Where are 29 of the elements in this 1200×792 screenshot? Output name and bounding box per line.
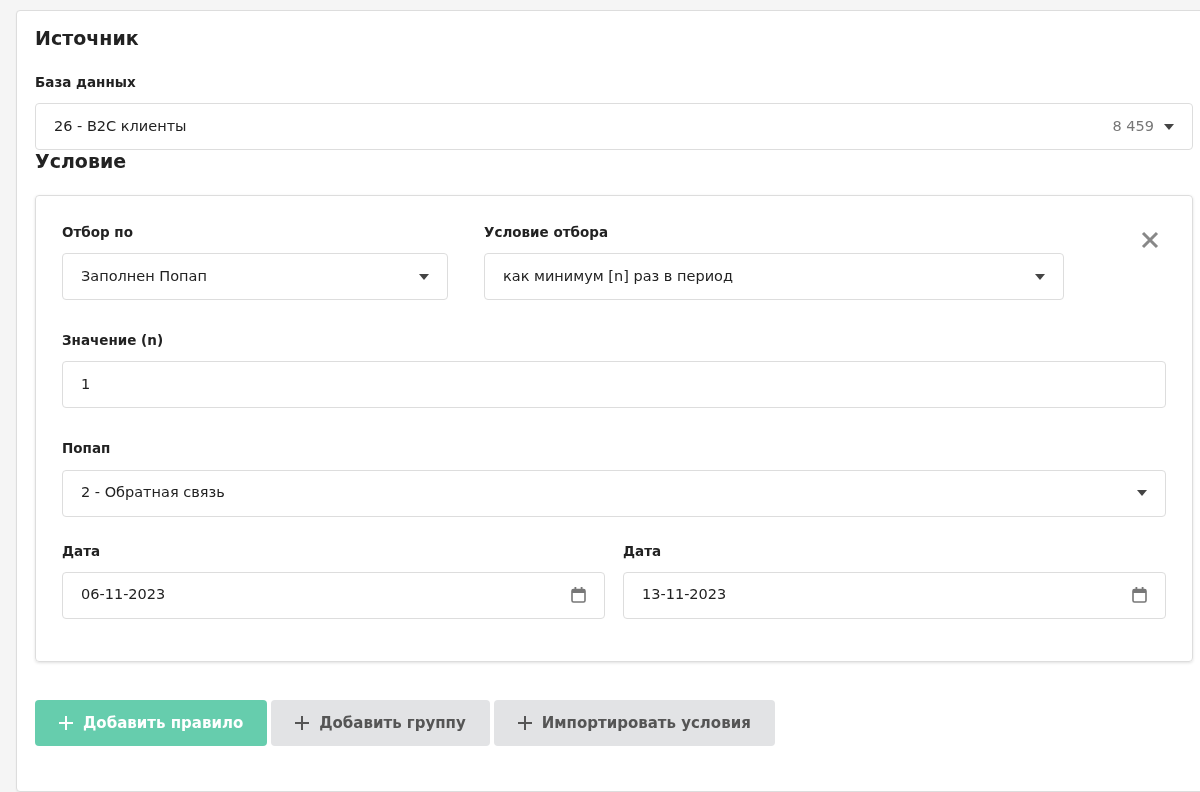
field-label: Попап (62, 439, 112, 459)
plus-icon (59, 715, 73, 730)
input-field[interactable]: 1 (62, 361, 1166, 409)
caret-icon (1137, 490, 1147, 497)
select-field[interactable]: 26 - B2C клиенты 8 459 (35, 103, 1193, 151)
add-button[interactable]: Импортировать условия (493, 699, 775, 746)
date-field[interactable]: 06-11-2023 (62, 571, 605, 619)
select-field[interactable]: как минимум [n] раз в период (484, 253, 1064, 301)
add-button[interactable]: Добавить группу (271, 699, 490, 746)
calendar-icon (571, 587, 586, 604)
field-label: База данных (35, 72, 137, 92)
caret-icon (1164, 123, 1174, 130)
caret-icon (419, 273, 429, 280)
select-field[interactable]: 2 - Обратная связь (62, 469, 1166, 517)
calendar-icon (1132, 587, 1147, 604)
section-title: Условие (35, 150, 128, 173)
field-label: Отбор по (62, 222, 134, 242)
caret-icon (1035, 273, 1045, 280)
plus-icon (517, 715, 532, 730)
field-label: Дата (62, 541, 102, 561)
close-icon[interactable] (1140, 229, 1160, 250)
field-label: Значение (n) (62, 331, 165, 351)
section-title: Источник (35, 27, 140, 50)
select-field[interactable]: Заполнен Попап (62, 253, 448, 301)
field-label: Дата (623, 541, 663, 561)
date-field[interactable]: 13-11-2023 (623, 571, 1166, 619)
record-count: 8 459 (1112, 116, 1154, 136)
field-label: Условие отбора (484, 222, 609, 242)
plus-icon (295, 715, 310, 730)
